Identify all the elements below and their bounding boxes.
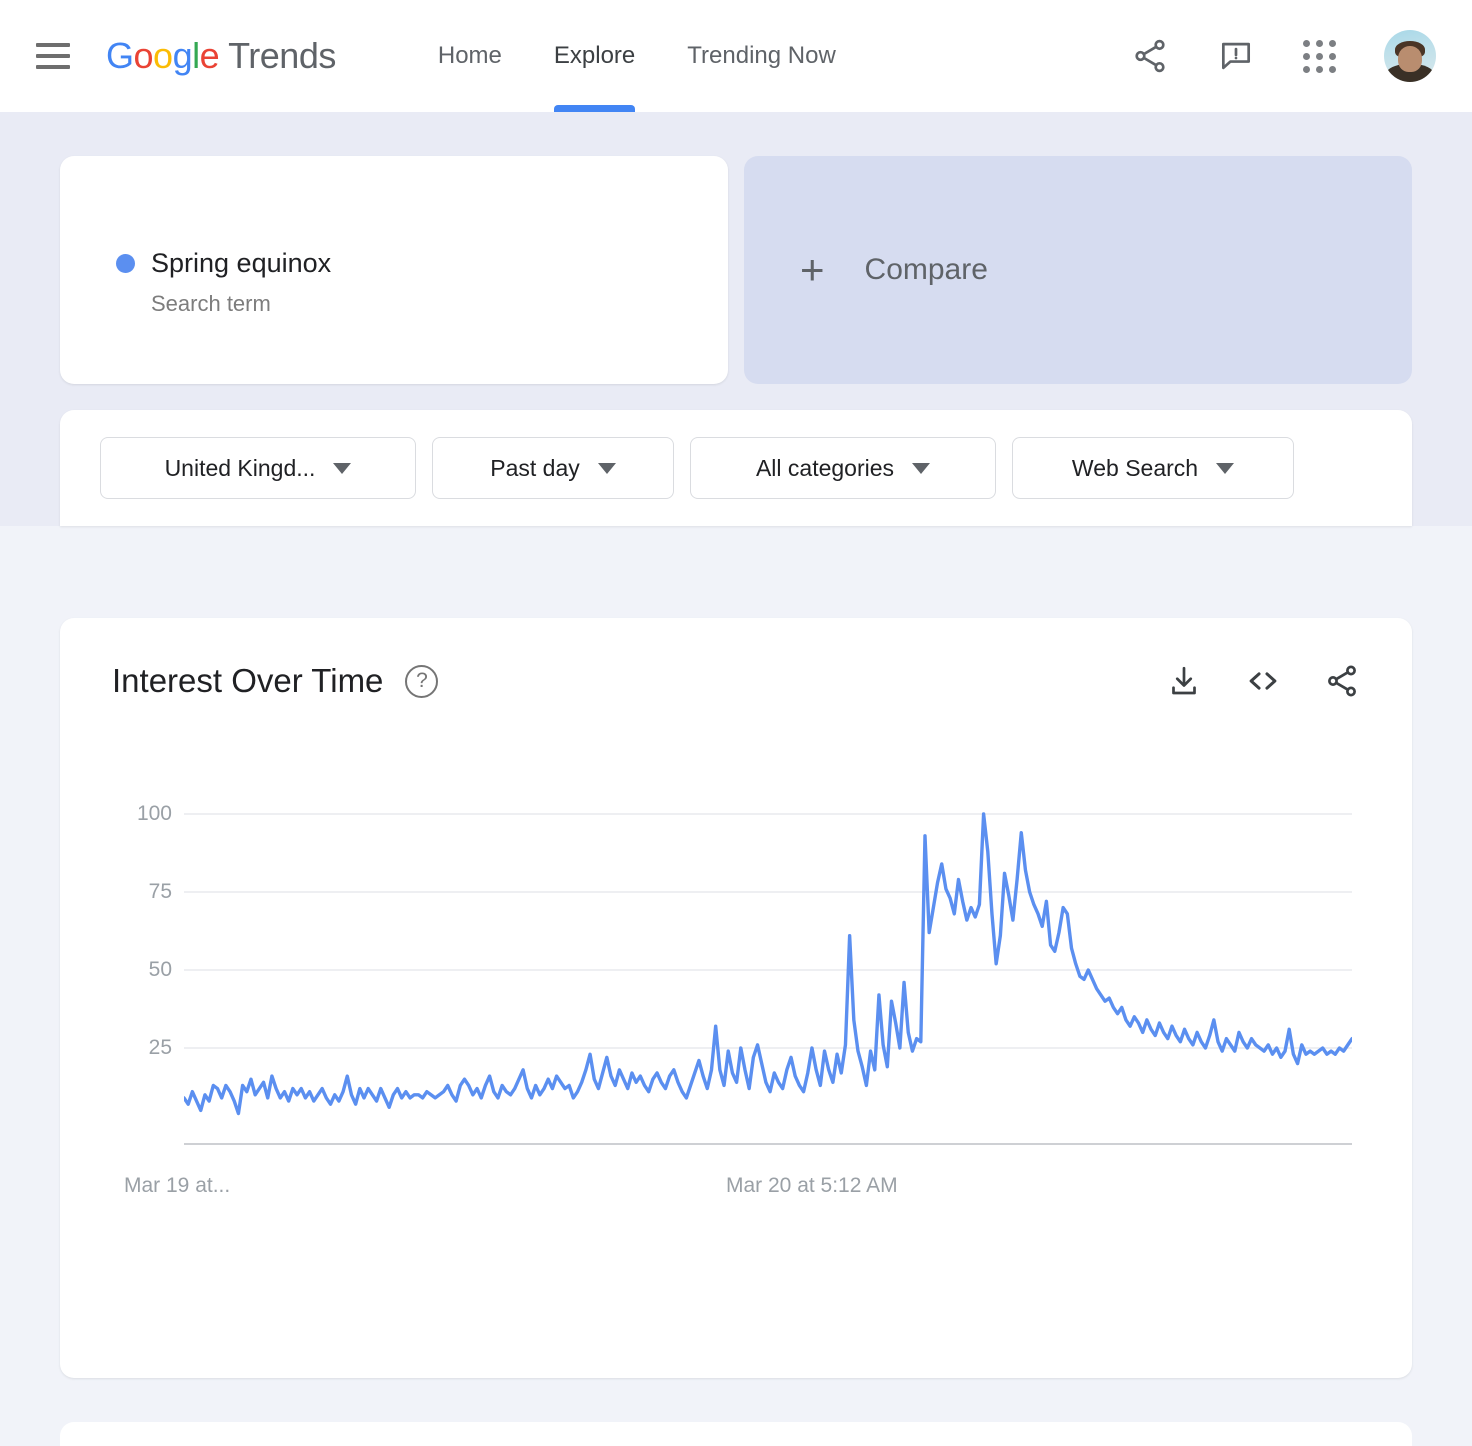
hamburger-menu-icon[interactable] <box>36 43 70 69</box>
chart-actions <box>1166 662 1360 700</box>
y-axis-tick-100: 100 <box>137 802 172 826</box>
help-icon[interactable]: ? <box>405 665 438 698</box>
chevron-down-icon <box>333 463 351 474</box>
logo-letter-g1: G <box>106 35 134 77</box>
nav-tab-explore[interactable]: Explore <box>528 0 661 112</box>
x-axis-labels: Mar 19 at... Mar 20 at 5:12 AM <box>120 1174 1360 1204</box>
share-chart-icon[interactable] <box>1324 663 1360 699</box>
chevron-down-icon <box>912 463 930 474</box>
series-color-dot <box>116 254 135 273</box>
avatar[interactable] <box>1384 30 1436 82</box>
chevron-down-icon <box>1216 463 1234 474</box>
search-term-value: Spring equinox <box>151 248 331 279</box>
google-apps-icon[interactable] <box>1303 40 1336 73</box>
top-app-bar: G o o g l e Trends Home Explore Trending… <box>0 0 1472 112</box>
share-icon[interactable] <box>1131 37 1169 75</box>
search-term-line: Spring equinox <box>116 248 728 279</box>
time-filter[interactable]: Past day <box>432 437 674 499</box>
x-axis-tick-1: Mar 20 at 5:12 AM <box>726 1174 898 1198</box>
main-content: Interest Over Time ? <box>0 618 1472 1446</box>
chart-header: Interest Over Time ? <box>112 662 1360 700</box>
nav-tab-home[interactable]: Home <box>412 0 528 112</box>
search-type-filter-value: Web Search <box>1072 455 1198 482</box>
embed-code-icon[interactable] <box>1244 662 1282 700</box>
chart-title: Interest Over Time <box>112 662 383 700</box>
y-axis-tick-25: 25 <box>149 1036 172 1060</box>
geo-filter[interactable]: United Kingd... <box>100 437 416 499</box>
nav-tab-home-label: Home <box>438 42 502 70</box>
app-bar-actions <box>1131 30 1436 82</box>
logo-letter-o1: o <box>134 35 154 77</box>
query-row: Spring equinox Search term + Compare <box>60 156 1412 384</box>
chevron-down-icon <box>598 463 616 474</box>
compare-button[interactable]: + Compare <box>744 156 1412 384</box>
category-filter-value: All categories <box>756 455 894 482</box>
search-term-type: Search term <box>151 291 728 317</box>
download-csv-icon[interactable] <box>1166 663 1202 699</box>
y-axis-tick-75: 75 <box>149 880 172 904</box>
geo-filter-value: United Kingd... <box>165 455 316 482</box>
next-card-top-edge <box>60 1422 1412 1446</box>
main-navigation: Home Explore Trending Now <box>412 0 862 112</box>
logo-letter-o2: o <box>153 35 173 77</box>
time-filter-value: Past day <box>490 455 580 482</box>
google-trends-logo[interactable]: G o o g l e Trends <box>106 35 336 77</box>
feedback-icon[interactable] <box>1217 37 1255 75</box>
filters-bar: United Kingd... Past day All categories … <box>60 410 1412 526</box>
search-term-card[interactable]: Spring equinox Search term <box>60 156 728 384</box>
chart-canvas[interactable] <box>184 796 1352 1168</box>
y-axis-tick-50: 50 <box>149 958 172 982</box>
category-filter[interactable]: All categories <box>690 437 996 499</box>
plus-icon: + <box>800 249 825 291</box>
chart-plot-area: 100 75 50 25 Mar 19 at... Mar 20 at 5:12 AM <box>112 796 1360 1196</box>
nav-tab-explore-label: Explore <box>554 42 635 70</box>
search-type-filter[interactable]: Web Search <box>1012 437 1294 499</box>
logo-product-name: Trends <box>228 35 336 77</box>
logo-letter-g2: g <box>173 35 193 77</box>
logo-letter-l1: l <box>192 35 200 77</box>
help-glyph: ? <box>416 669 428 693</box>
query-section: Spring equinox Search term + Compare Uni… <box>0 112 1472 526</box>
logo-letter-e1: e <box>200 35 220 77</box>
nav-tab-trending-now[interactable]: Trending Now <box>661 0 862 112</box>
interest-over-time-card: Interest Over Time ? <box>60 618 1412 1378</box>
y-axis-labels: 100 75 50 25 <box>112 796 172 1136</box>
nav-tab-trending-now-label: Trending Now <box>687 42 836 70</box>
compare-label: Compare <box>865 253 988 287</box>
x-axis-tick-0: Mar 19 at... <box>124 1174 230 1198</box>
